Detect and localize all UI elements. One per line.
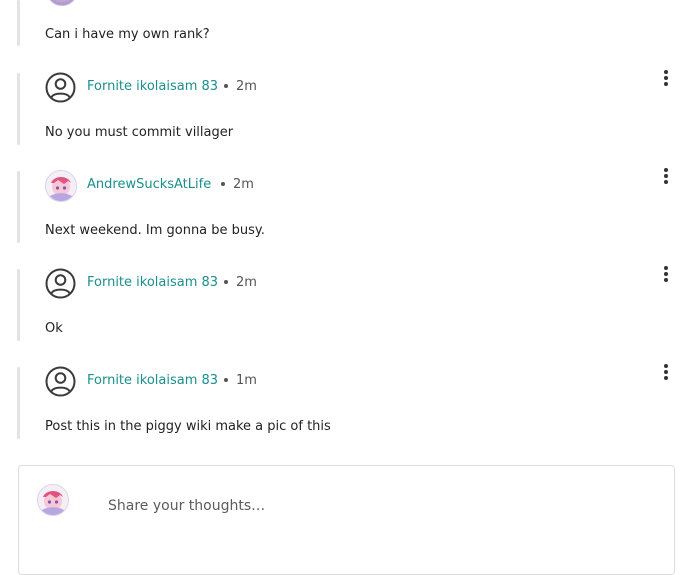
reply-header: AndrewSucksAtLife 2m xyxy=(45,168,681,202)
username-link[interactable]: Fornite ikolaisam 83 xyxy=(87,79,218,94)
current-user-avatar xyxy=(37,484,69,516)
username-link[interactable]: Fornite ikolaisam 83 xyxy=(87,373,218,388)
reply-header: Fornite ikolaisam 83 1m xyxy=(45,364,681,398)
timestamp: 2m xyxy=(224,275,257,290)
thread-line xyxy=(17,0,20,46)
username-link[interactable]: AndrewSucksAtLife xyxy=(87,177,211,192)
reply-input[interactable] xyxy=(108,498,628,514)
more-options-icon[interactable] xyxy=(659,362,673,382)
timestamp: 1m xyxy=(224,373,257,388)
timestamp: 2m xyxy=(224,79,257,94)
avatar-image[interactable] xyxy=(45,170,77,202)
timestamp: 2m xyxy=(221,177,254,192)
thread-line xyxy=(17,269,20,341)
message-text: Can i have my own rank? xyxy=(45,27,210,42)
reply-composer[interactable] xyxy=(18,465,675,575)
default-user-icon[interactable] xyxy=(45,72,76,103)
message-text: Post this in the piggy wiki make a pic o… xyxy=(45,419,331,434)
username-link[interactable]: Fornite ikolaisam 83 xyxy=(87,275,218,290)
more-options-icon[interactable] xyxy=(659,264,673,284)
default-user-icon[interactable] xyxy=(45,366,76,397)
message-text: No you must commit villager xyxy=(45,125,234,140)
thread-line xyxy=(17,171,20,243)
more-options-icon[interactable] xyxy=(659,166,673,186)
message-text: Ok xyxy=(45,321,63,336)
thread-line xyxy=(17,367,20,439)
message-text: Next weekend. Im gonna be busy. xyxy=(45,223,265,238)
avatar xyxy=(46,0,78,6)
reply-header: Fornite ikolaisam 83 2m xyxy=(45,266,681,300)
default-user-icon[interactable] xyxy=(45,268,76,299)
thread-line xyxy=(17,73,20,145)
more-options-icon[interactable] xyxy=(659,68,673,88)
reply-header: Fornite ikolaisam 83 2m xyxy=(45,70,681,104)
